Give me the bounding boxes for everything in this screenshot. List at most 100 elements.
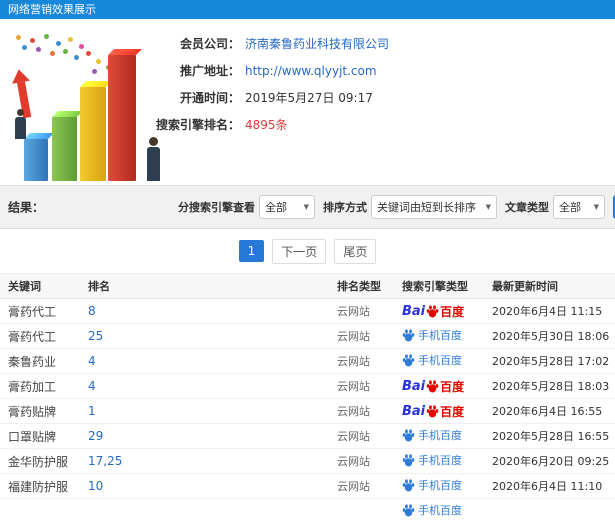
rank-cell[interactable]: 8 [88, 304, 337, 318]
baidu-paw-icon [426, 404, 439, 417]
baidu-logo: Bai 百度 [402, 378, 465, 394]
header-engine-type: 搜索引擎类型 [402, 280, 468, 293]
filter-bar: 结果： 分搜索引擎查看 全部 ▼ 排序方式 关键词由短到长排序 ▼ 文章类型 全… [0, 185, 615, 229]
mobile-baidu-logo: 手机百度 [402, 327, 462, 343]
engine-cell: 手机百度 [402, 352, 492, 370]
updated-cell: 2020年5月28日 18:03 [492, 380, 610, 393]
rank-cell[interactable]: 4 [88, 379, 337, 393]
table-row: 口罩贴牌 29 云网站 手机百度 2020年5月28日 16:55 [0, 424, 615, 449]
rank-cell[interactable]: 29 [88, 429, 337, 443]
header-rank-type: 排名类型 [337, 280, 381, 293]
last-page-button[interactable]: 尾页 [334, 238, 377, 264]
keyword-cell: 膏药代工 [8, 329, 57, 344]
pagination: 1 下一页 尾页 [0, 229, 615, 273]
blue-bar [24, 139, 48, 181]
header-updated: 最新更新时间 [492, 280, 558, 293]
open-time-label: 开通时间： [179, 91, 240, 105]
page-button-1[interactable]: 1 [238, 240, 265, 262]
promo-url-row: 推广地址： http://www.qlyyjt.com [130, 62, 389, 80]
member-company-row: 会员公司： 济南秦鲁药业科技有限公司 [130, 35, 389, 53]
member-company-link[interactable]: 济南秦鲁药业科技有限公司 [245, 35, 389, 53]
article-type-filter-value: 全部 [559, 201, 581, 214]
rank-type-cell: 云网站 [337, 355, 370, 368]
table-header: 关键词 排名 排名类型 搜索引擎类型 最新更新时间 [0, 273, 615, 299]
baidu-paw-icon [426, 379, 439, 392]
rank-type-cell: 云网站 [337, 405, 370, 418]
engine-cell: 手机百度 [402, 452, 492, 470]
keyword-cell: 膏药加工 [8, 379, 57, 394]
engine-filter-label: 分搜索引擎查看 [178, 201, 255, 214]
page-title: 网络营销效果展示 [8, 3, 96, 16]
updated-cell: 2020年6月4日 11:10 [492, 480, 603, 493]
engine-cell: 手机百度 [402, 502, 492, 520]
rank-count-value: 4895条 [245, 118, 288, 132]
updated-cell: 2020年6月4日 16:55 [492, 405, 603, 418]
table-row: 福建防护服 10 云网站 手机百度 2020年6月4日 11:10 [0, 474, 615, 499]
results-table: 关键词 排名 排名类型 搜索引擎类型 最新更新时间 膏药代工 8 云网站 Bai… [0, 273, 615, 520]
rank-cell[interactable]: 1 [88, 404, 337, 418]
keyword-cell: 膏药贴牌 [8, 404, 57, 419]
table-row: 金华防护服 17,25 云网站 手机百度 2020年6月20日 09:25 [0, 449, 615, 474]
keyword-cell: 福建防护服 [8, 479, 69, 494]
window-titlebar: 网络营销效果展示 [0, 0, 615, 19]
header-rank: 排名 [88, 280, 110, 293]
confetti-dots [16, 35, 21, 40]
table-row: 手机百度 [0, 499, 615, 520]
sort-filter-select[interactable]: 关键词由短到长排序 ▼ [371, 195, 497, 219]
mobile-baidu-logo: 手机百度 [402, 452, 462, 468]
mobile-baidu-logo: 手机百度 [402, 502, 462, 518]
rank-type-cell: 云网站 [337, 380, 370, 393]
keyword-cell: 金华防护服 [8, 454, 69, 469]
rank-type-cell: 云网站 [337, 455, 370, 468]
rank-count-label: 搜索引擎排名： [155, 118, 240, 132]
article-type-filter-label: 文章类型 [505, 201, 549, 214]
filter-controls: 分搜索引擎查看 全部 ▼ 排序方式 关键词由短到长排序 ▼ 文章类型 全部 ▼ … [178, 195, 615, 219]
engine-filter-select[interactable]: 全部 ▼ [259, 195, 315, 219]
updated-cell: 2020年6月20日 09:25 [492, 455, 610, 468]
next-page-button[interactable]: 下一页 [272, 238, 327, 264]
rank-type-cell: 云网站 [337, 305, 370, 318]
updated-cell: 2020年6月4日 11:15 [492, 305, 603, 318]
promo-url-link[interactable]: http://www.qlyyjt.com [245, 62, 377, 80]
table-body: 膏药代工 8 云网站 Bai 百度 2020年6月4日 11:15 膏药代工 25… [0, 299, 615, 520]
businessman-figure-left [12, 109, 28, 139]
open-time-value: 2019年5月27日 09:17 [245, 91, 373, 105]
baidu-logo: Bai 百度 [402, 303, 465, 319]
updated-cell: 2020年5月30日 18:06 [492, 330, 610, 343]
rank-cell[interactable]: 10 [88, 479, 337, 493]
engine-cell: 手机百度 [402, 427, 492, 445]
promo-url-label: 推广地址： [179, 64, 240, 78]
rank-type-cell: 云网站 [337, 430, 370, 443]
engine-cell: Bai 百度 [402, 303, 492, 320]
table-row: 膏药代工 8 云网站 Bai 百度 2020年6月4日 11:15 [0, 299, 615, 324]
keyword-cell: 秦鲁药业 [8, 354, 57, 369]
table-row: 膏药加工 4 云网站 Bai 百度 2020年5月28日 18:03 [0, 374, 615, 399]
chevron-down-icon: ▼ [303, 203, 309, 211]
sort-filter-label: 排序方式 [323, 201, 367, 214]
engine-filter-value: 全部 [265, 201, 287, 214]
baidu-paw-icon [402, 329, 415, 342]
article-type-filter-select[interactable]: 全部 ▼ [553, 195, 605, 219]
mobile-baidu-logo: 手机百度 [402, 352, 462, 368]
rank-cell[interactable]: 4 [88, 354, 337, 368]
baidu-logo: Bai 百度 [402, 403, 465, 419]
engine-cell: 手机百度 [402, 327, 492, 345]
yellow-bar [80, 87, 106, 181]
table-row: 膏药贴牌 1 云网站 Bai 百度 2020年6月4日 16:55 [0, 399, 615, 424]
table-row: 膏药代工 25 云网站 手机百度 2020年5月30日 18:06 [0, 324, 615, 349]
keyword-cell: 膏药代工 [8, 304, 57, 319]
results-section-label: 结果： [8, 200, 45, 215]
baidu-paw-icon [426, 304, 439, 317]
baidu-paw-icon [402, 429, 415, 442]
rank-cell[interactable]: 25 [88, 329, 337, 343]
engine-cell: Bai 百度 [402, 378, 492, 395]
sort-filter-value: 关键词由短到长排序 [377, 201, 476, 214]
member-company-label: 会员公司： [179, 37, 240, 51]
rank-cell[interactable]: 17,25 [88, 454, 337, 468]
table-row: 秦鲁药业 4 云网站 手机百度 2020年5月28日 17:02 [0, 349, 615, 374]
rank-count-row: 搜索引擎排名： 4895条 [130, 116, 389, 134]
baidu-paw-icon [402, 354, 415, 367]
rank-type-cell: 云网站 [337, 330, 370, 343]
engine-cell: 手机百度 [402, 477, 492, 495]
baidu-paw-icon [402, 454, 415, 467]
